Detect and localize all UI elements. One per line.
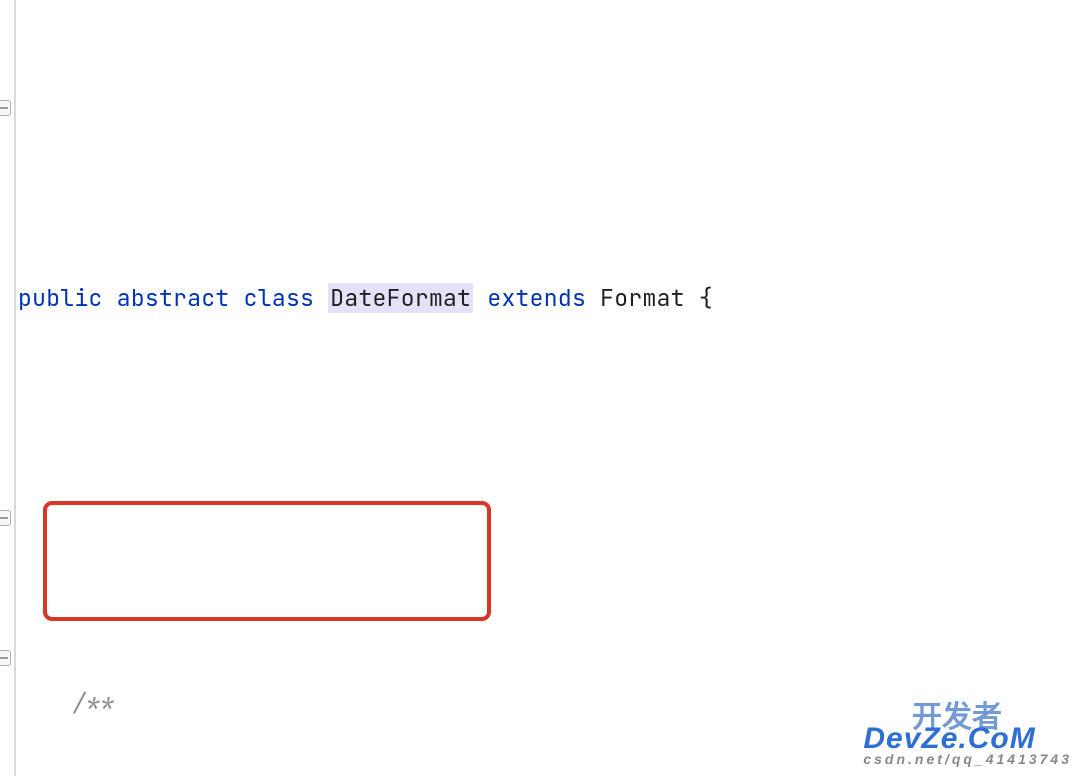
javadoc-open: /** [16,681,1080,726]
class-declaration: public abstract class DateFormat extends… [16,276,1080,321]
annotation-box [43,501,491,621]
fold-handle-icon[interactable] [0,100,11,116]
class-name: DateFormat [328,283,473,313]
code-area[interactable]: public abstract class DateFormat extends… [16,0,1080,776]
gutter [0,0,16,776]
fold-handle-icon[interactable] [0,650,11,666]
fold-handle-icon[interactable] [0,510,11,526]
code-editor[interactable]: public abstract class DateFormat extends… [0,0,1080,776]
